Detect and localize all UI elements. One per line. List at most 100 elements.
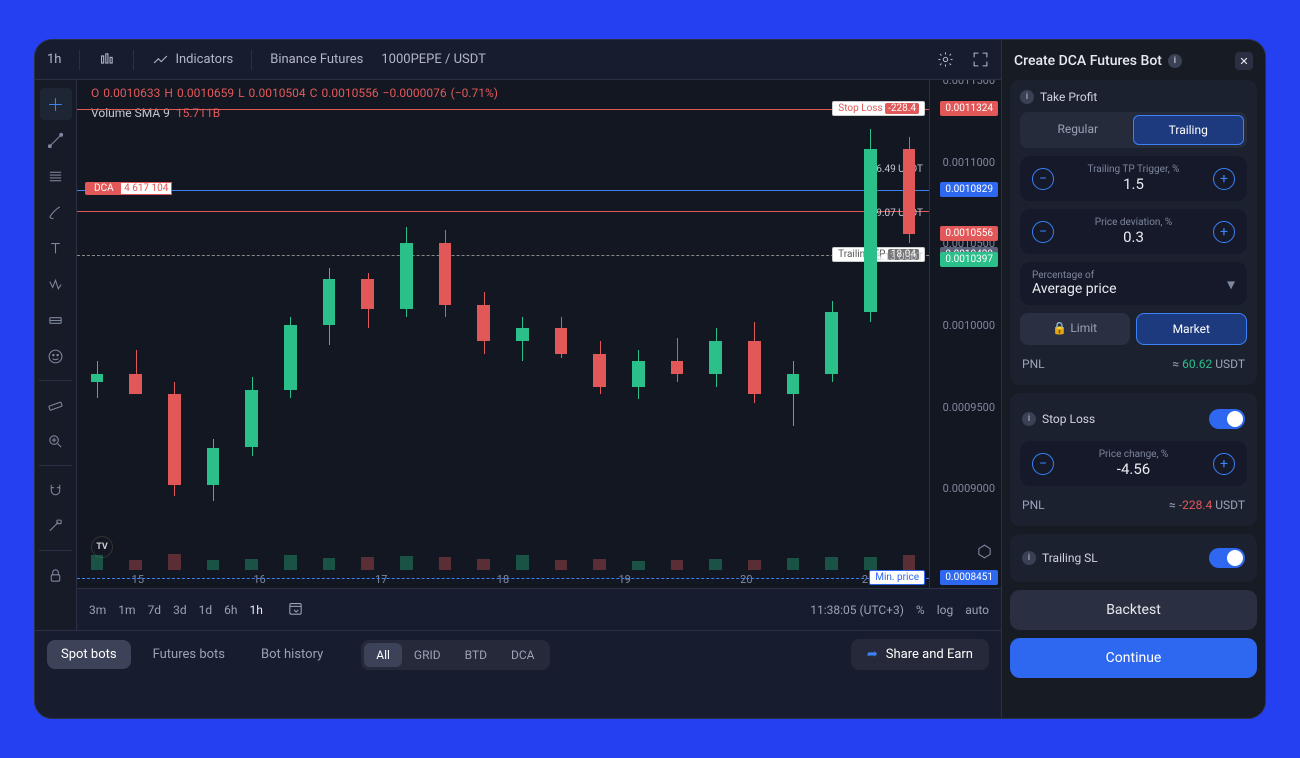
tp-trailing-tab[interactable]: Trailing bbox=[1133, 115, 1245, 145]
price-badge: 0.0010397 bbox=[940, 252, 998, 267]
chart-canvas[interactable]: O0.0010633 H0.0010659 L0.0010504 C0.0010… bbox=[77, 80, 1001, 588]
tab-futures-bots[interactable]: Futures bots bbox=[139, 640, 239, 669]
goto-date-icon[interactable] bbox=[287, 600, 304, 620]
text-tool[interactable] bbox=[40, 232, 72, 264]
timeframe-1d[interactable]: 1d bbox=[199, 603, 213, 617]
x-tick: 18 bbox=[497, 573, 509, 586]
price-change-minus[interactable]: − bbox=[1032, 453, 1054, 475]
filter-all[interactable]: All bbox=[364, 643, 402, 667]
symbol-label[interactable]: 1000PEPE / USDT bbox=[381, 52, 485, 67]
tab-bot-history[interactable]: Bot history bbox=[247, 640, 337, 669]
timeframe-1h[interactable]: 1h bbox=[249, 603, 262, 617]
timeframe-1m[interactable]: 1m bbox=[118, 603, 135, 617]
candle bbox=[323, 279, 336, 325]
candle bbox=[748, 341, 761, 393]
info-icon[interactable]: i bbox=[1022, 412, 1036, 426]
y-tick: 0.0011500 bbox=[943, 80, 995, 87]
filter-dca[interactable]: DCA bbox=[499, 643, 547, 667]
x-tick: 20 bbox=[740, 573, 752, 586]
limit-order-button[interactable]: 🔒 Limit bbox=[1020, 313, 1130, 345]
filter-btd[interactable]: BTD bbox=[453, 643, 499, 667]
crosshair-tool[interactable] bbox=[40, 88, 72, 120]
exchange-label[interactable]: Binance Futures bbox=[270, 52, 363, 67]
timeframe-7d[interactable]: 7d bbox=[148, 603, 162, 617]
filter-grid[interactable]: GRID bbox=[402, 643, 453, 667]
ref-line[interactable] bbox=[77, 255, 929, 256]
close-panel-button[interactable]: ✕ bbox=[1235, 52, 1253, 70]
log-scale[interactable]: log bbox=[937, 603, 954, 617]
trailing-sl-toggle[interactable] bbox=[1209, 548, 1245, 568]
tp-trigger-plus[interactable]: + bbox=[1213, 168, 1235, 190]
price-dev-minus[interactable]: − bbox=[1032, 221, 1054, 243]
timeframe-3d[interactable]: 3d bbox=[173, 603, 187, 617]
y-tick: 0.0010000 bbox=[943, 319, 995, 332]
price-change-value[interactable]: -4.56 bbox=[1054, 460, 1213, 478]
pnl-label: PNL bbox=[1022, 357, 1045, 371]
price-change-label: Price change, % bbox=[1054, 449, 1213, 460]
candle bbox=[207, 448, 220, 486]
percentage-of-dropdown[interactable]: Percentage of Average price bbox=[1020, 262, 1247, 305]
candle bbox=[555, 328, 568, 354]
stop-loss-toggle[interactable] bbox=[1209, 409, 1245, 429]
settings-icon[interactable] bbox=[937, 51, 954, 68]
auto-scale[interactable]: auto bbox=[965, 603, 989, 617]
price-badge: 0.0008451 bbox=[940, 570, 998, 585]
tp-trigger-value[interactable]: 1.5 bbox=[1054, 175, 1213, 193]
share-button[interactable]: ➦ Share and Earn bbox=[851, 639, 989, 670]
emoji-tool[interactable] bbox=[40, 340, 72, 372]
candle bbox=[439, 243, 452, 305]
pnl-sl-value: -228.4 bbox=[1179, 498, 1212, 512]
candle bbox=[825, 312, 838, 374]
lock-tool[interactable] bbox=[40, 559, 72, 591]
brush-tool[interactable] bbox=[40, 196, 72, 228]
continue-button[interactable]: Continue bbox=[1010, 638, 1257, 678]
x-tick: 15 bbox=[132, 573, 144, 586]
info-icon[interactable]: i bbox=[1022, 551, 1036, 565]
fullscreen-icon[interactable] bbox=[972, 51, 989, 68]
candle bbox=[477, 305, 490, 341]
indicators-button[interactable]: Indicators bbox=[152, 51, 233, 68]
price-axis[interactable]: 0.00115000.00110000.00105000.00100000.00… bbox=[929, 80, 1001, 588]
fib-tool[interactable] bbox=[40, 160, 72, 192]
lock-draw-tool[interactable] bbox=[40, 510, 72, 542]
backtest-button[interactable]: Backtest bbox=[1010, 590, 1257, 630]
y-tick: 0.0009500 bbox=[943, 401, 995, 414]
long-short-tool[interactable] bbox=[40, 304, 72, 336]
timeframe-6h[interactable]: 6h bbox=[224, 603, 237, 617]
percent-scale[interactable]: % bbox=[916, 603, 925, 617]
candles-icon[interactable] bbox=[98, 51, 115, 68]
ref-line[interactable] bbox=[77, 109, 929, 110]
tp-regular-tab[interactable]: Regular bbox=[1023, 115, 1133, 145]
info-icon[interactable]: i bbox=[1168, 54, 1182, 68]
lock-icon: 🔒 bbox=[1052, 321, 1067, 335]
y-tick: 0.0011000 bbox=[943, 156, 995, 169]
timeframe-selector[interactable]: 1h bbox=[47, 52, 61, 67]
ref-line[interactable] bbox=[77, 211, 929, 212]
x-tick: 19 bbox=[618, 573, 630, 586]
ruler-tool[interactable] bbox=[40, 389, 72, 421]
candle bbox=[671, 361, 684, 374]
tp-trigger-minus[interactable]: − bbox=[1032, 168, 1054, 190]
candle bbox=[361, 279, 374, 308]
line-label: Stop Loss -228.4 bbox=[832, 101, 925, 116]
price-badge: 0.0010556 bbox=[940, 226, 998, 241]
tab-spot-bots[interactable]: Spot bots bbox=[47, 640, 131, 669]
price-dev-plus[interactable]: + bbox=[1213, 221, 1235, 243]
x-tick: 16 bbox=[253, 573, 265, 586]
ref-line[interactable] bbox=[77, 190, 929, 191]
candle bbox=[284, 325, 297, 390]
candle bbox=[129, 374, 142, 394]
y-tick: 0.0009000 bbox=[943, 482, 995, 495]
pattern-tool[interactable] bbox=[40, 268, 72, 300]
magnet-tool[interactable] bbox=[40, 474, 72, 506]
info-icon[interactable]: i bbox=[1020, 90, 1034, 104]
timeframe-3m[interactable]: 3m bbox=[89, 603, 106, 617]
ohlc-readout: O0.0010633 H0.0010659 L0.0010504 C0.0010… bbox=[91, 86, 498, 100]
zoom-tool[interactable] bbox=[40, 425, 72, 457]
ref-line[interactable] bbox=[77, 578, 929, 579]
market-order-button[interactable]: Market bbox=[1136, 313, 1248, 345]
price-change-plus[interactable]: + bbox=[1213, 453, 1235, 475]
price-dev-value[interactable]: 0.3 bbox=[1054, 228, 1213, 246]
trend-line-tool[interactable] bbox=[40, 124, 72, 156]
axis-settings-icon[interactable] bbox=[976, 543, 993, 564]
